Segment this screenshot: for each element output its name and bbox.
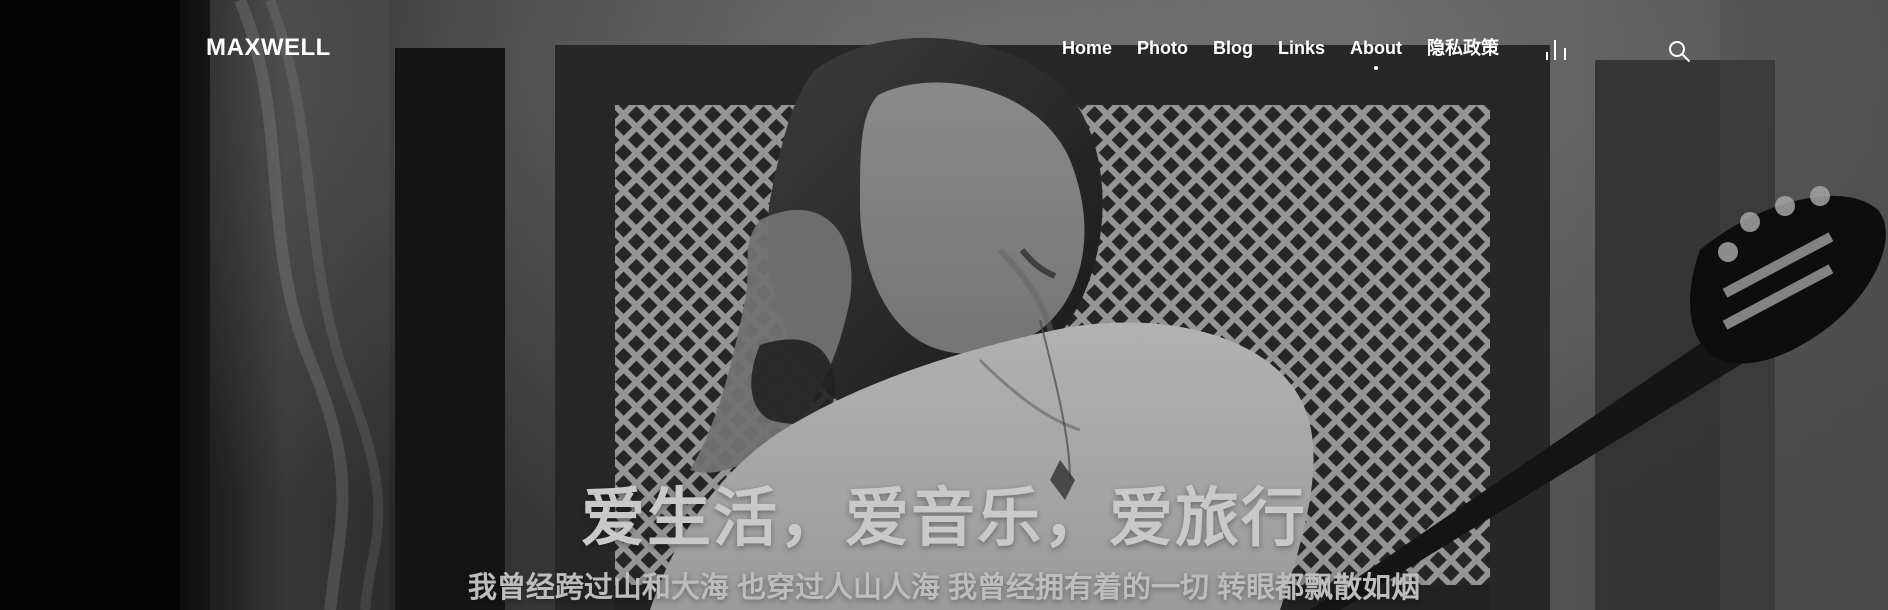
nav-item-about[interactable]: About [1350,36,1402,70]
search-icon[interactable] [1666,38,1692,64]
hero-subtitle: 我曾经跨过山和大海 也穿过人山人海 我曾经拥有着的一切 转眼都飘散如烟 [467,572,1421,604]
search-icon-svg [1669,41,1690,62]
nav-item-privacy-policy[interactable]: 隐私政策 [1427,36,1499,60]
hero-section: MAXWELL Home Photo Blog Links About 隐私政策… [0,0,1888,610]
bars-icon-svg [1546,40,1566,60]
site-brand-logo[interactable]: MAXWELL [206,34,331,62]
nav-item-home[interactable]: Home [1062,36,1112,60]
nav-item-links[interactable]: Links [1278,36,1325,60]
bars-icon[interactable] [1544,38,1570,62]
nav-item-blog[interactable]: Blog [1213,36,1253,60]
hero-title: 爱生活，爱音乐，爱旅行 [581,482,1307,554]
nav-item-photo[interactable]: Photo [1137,36,1188,60]
main-navigation: Home Photo Blog Links About 隐私政策 [1062,36,1524,70]
